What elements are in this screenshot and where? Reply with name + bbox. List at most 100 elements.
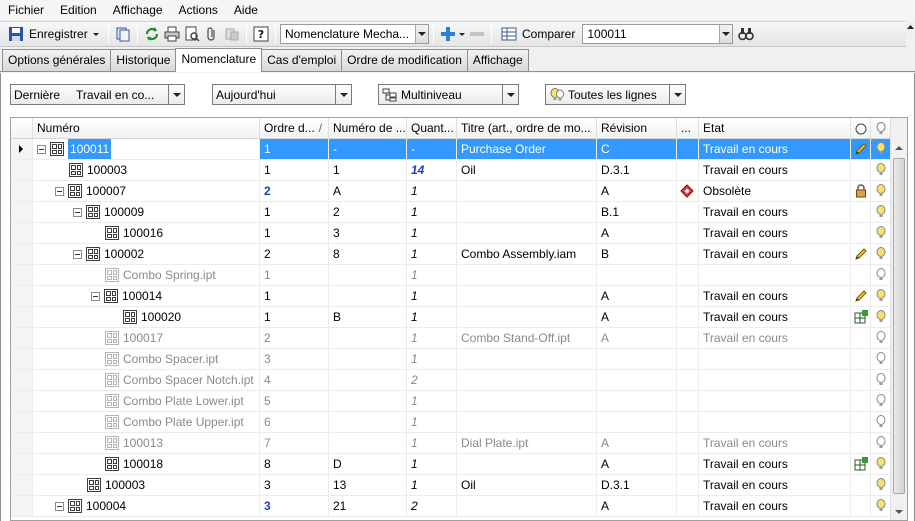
table-row[interactable]: 100011 1- - Purchase Order C Travail en cours (11, 139, 891, 160)
row-selector[interactable] (11, 265, 33, 285)
print-icon[interactable] (164, 26, 180, 42)
row-selector[interactable] (11, 433, 33, 453)
disabled-attach-icon[interactable] (224, 26, 240, 42)
tab-affichage[interactable]: Affichage (466, 49, 529, 71)
row-selector[interactable] (11, 328, 33, 348)
lines-filter-select[interactable]: Toutes les lignes (545, 84, 686, 105)
date-filter-select[interactable]: Aujourd'hui (212, 84, 352, 105)
tab-ordre-de-modification[interactable]: Ordre de modification (341, 49, 468, 71)
row-selector[interactable] (11, 307, 33, 327)
cell-numero: 100003 (33, 160, 260, 180)
menu-item-aide[interactable]: Aide (226, 0, 266, 20)
row-selector[interactable] (11, 496, 33, 516)
menu-item-actions[interactable]: Actions (171, 0, 226, 20)
revision-filter-select[interactable]: Dernière Travail en co... (10, 84, 185, 105)
collapse-icon[interactable] (55, 501, 64, 511)
chevron-down-icon[interactable] (415, 25, 428, 43)
add-dropdown-arrow[interactable] (458, 29, 465, 39)
table-row[interactable]: 100007 2 A 1 A Obsolète (11, 181, 891, 202)
column-header-ordre[interactable]: Ordre d... / (260, 118, 329, 139)
table-row[interactable]: 100017 2 1 Combo Stand-Off.ipt A Travail en c… (11, 328, 891, 349)
print-preview-icon[interactable] (184, 26, 200, 42)
table-row[interactable]: 100016 1 3 1 A Travail en cours (11, 223, 891, 244)
row-selector[interactable] (11, 349, 33, 369)
collapse-icon[interactable] (73, 249, 82, 259)
item-grid-icon (105, 436, 119, 450)
chevron-down-icon[interactable] (719, 25, 733, 43)
table-row[interactable]: 100009 1 2 1 B.1 Travail en cours (11, 202, 891, 223)
chevron-down-icon[interactable] (502, 85, 518, 104)
item-grid-icon (105, 352, 119, 366)
table-row[interactable]: Combo Spring.ipt 1 1 (11, 265, 891, 286)
row-selector[interactable] (11, 223, 33, 243)
row-selector[interactable] (11, 391, 33, 411)
toolbar-separator (275, 24, 276, 44)
column-header-numero-de[interactable]: Numéro de ... (329, 118, 407, 139)
menu-item-edition[interactable]: Edition (52, 0, 105, 20)
row-selector[interactable] (11, 139, 33, 159)
save-dropdown-arrow[interactable] (93, 29, 100, 39)
column-header-etat[interactable]: Etat (699, 118, 851, 139)
collapse-icon[interactable] (73, 207, 82, 217)
table-row[interactable]: 100003 3 13 1 Oil D.3.1 Travail en cours (11, 475, 891, 496)
column-header-revision[interactable]: Révision (597, 118, 677, 139)
column-header-titre[interactable]: Titre (art., ordre de mo... (457, 118, 597, 139)
chevron-down-icon[interactable] (168, 85, 184, 104)
table-row[interactable]: 100014 1 1 A Travail en cours (11, 286, 891, 307)
row-selector[interactable] (11, 475, 33, 495)
menu-item-affichage[interactable]: Affichage (105, 0, 171, 20)
compare-button[interactable]: Comparer (496, 23, 578, 45)
column-header-numero[interactable]: Numéro (33, 118, 260, 139)
table-row[interactable]: Combo Spacer Notch.ipt 4 2 (11, 370, 891, 391)
scroll-down-icon[interactable] (891, 503, 907, 520)
row-selector[interactable] (11, 160, 33, 180)
window-scrollbar[interactable] (906, 21, 915, 48)
collapse-icon[interactable] (91, 291, 100, 301)
save-button[interactable]: Enregistrer (3, 23, 104, 45)
tab-cas-d-emploi[interactable]: Cas d'emploi (261, 49, 343, 71)
row-selector[interactable] (11, 412, 33, 432)
table-row[interactable]: 100013 7 1 Dial Plate.ipt A Travail en cours (11, 433, 891, 454)
scroll-up-icon[interactable] (891, 139, 907, 156)
row-selector[interactable] (11, 181, 33, 201)
chevron-down-icon[interactable] (669, 85, 685, 104)
column-header-status[interactable] (851, 118, 871, 139)
compare-value-select[interactable]: 100011 (582, 24, 734, 44)
menu-item-fichier[interactable]: Fichier (0, 0, 52, 20)
remove-icon[interactable] (469, 26, 485, 42)
row-selector[interactable] (11, 286, 33, 306)
cell-ordre: 7 (260, 433, 329, 453)
table-row[interactable]: 100004 3 21 2 A Travail en cours (11, 496, 891, 517)
column-header-dots[interactable]: ... (677, 118, 699, 139)
cell-titre (457, 391, 597, 411)
table-row[interactable]: 100020 1 B 1 A Travail en cours (11, 307, 891, 328)
row-selector[interactable] (11, 370, 33, 390)
row-selector[interactable] (11, 244, 33, 264)
table-row[interactable]: Combo Plate Upper.ipt 6 1 (11, 412, 891, 433)
column-header-lines[interactable] (871, 118, 891, 139)
level-filter-select[interactable]: Multiniveau (378, 84, 519, 105)
copy-icon[interactable] (115, 26, 131, 42)
row-selector[interactable] (11, 202, 33, 222)
tab-historique[interactable]: Historique (110, 49, 177, 71)
collapse-icon[interactable] (55, 186, 64, 196)
attachment-icon[interactable] (204, 26, 220, 42)
scroll-thumb[interactable] (893, 158, 905, 494)
table-row[interactable]: 100003 1 1 14 Oil D.3.1 Travail en cours (11, 160, 891, 181)
table-row[interactable]: 100002 2 8 1 Combo Assembly.iam B Travail en c… (11, 244, 891, 265)
chevron-down-icon[interactable] (335, 85, 351, 104)
tab-options-g-n-rales[interactable]: Options générales (2, 49, 112, 71)
row-selector[interactable] (11, 454, 33, 474)
tab-nomenclature[interactable]: Nomenclature (175, 48, 263, 72)
help-icon[interactable]: ? (253, 26, 269, 42)
column-header-quantite[interactable]: Quant... (407, 118, 457, 139)
refresh-icon[interactable] (144, 26, 160, 42)
binoculars-icon[interactable] (738, 26, 755, 42)
table-row[interactable]: 100018 8 D 1 A Travail en cours (11, 454, 891, 475)
table-row[interactable]: Combo Plate Lower.ipt 5 1 (11, 391, 891, 412)
table-row[interactable]: Combo Spacer.ipt 3 1 (11, 349, 891, 370)
nomenclature-type-select[interactable]: Nomenclature Mecha... (280, 24, 429, 44)
add-icon[interactable] (440, 26, 456, 42)
collapse-icon[interactable] (37, 144, 46, 154)
grid-vertical-scrollbar[interactable] (890, 118, 907, 520)
